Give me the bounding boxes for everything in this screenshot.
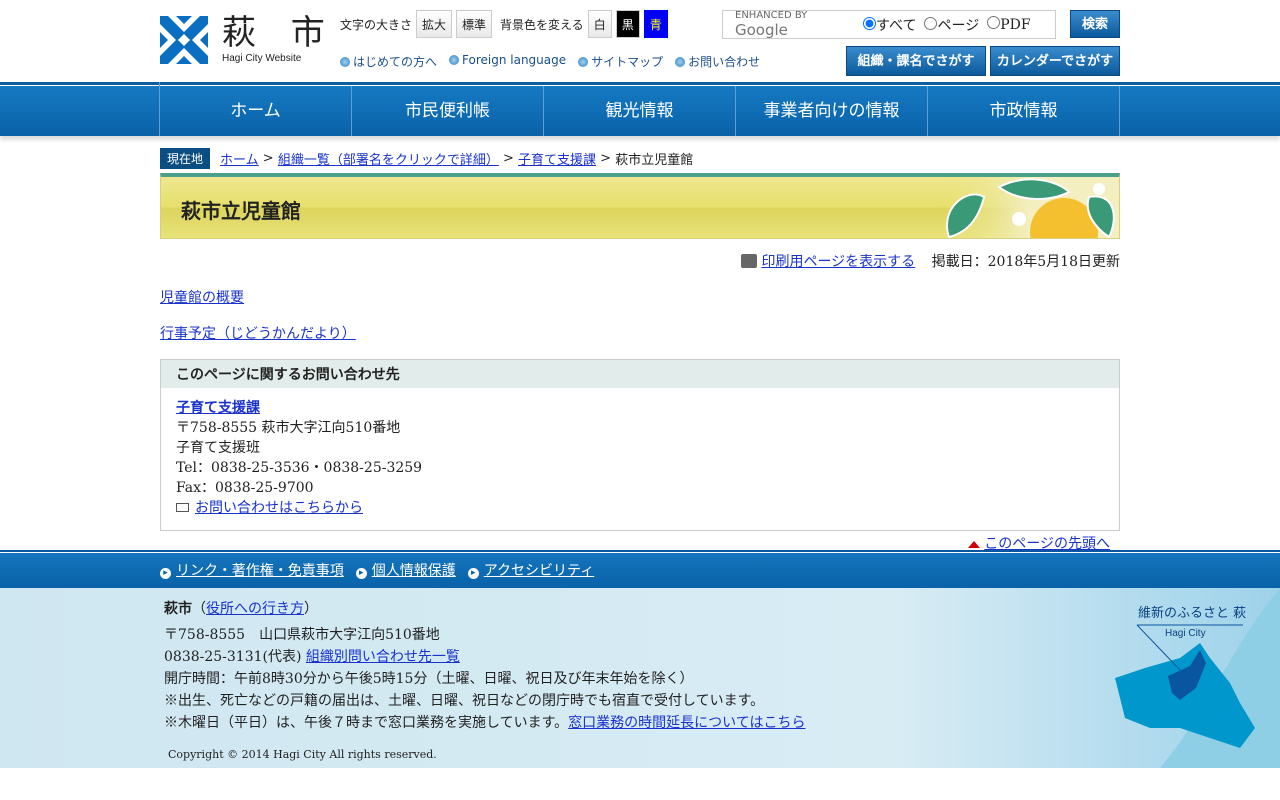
contact-dept-link[interactable]: 子育て支援課 <box>176 400 260 416</box>
nav-home[interactable]: ホーム <box>160 86 352 136</box>
calendar-search-button[interactable]: カレンダーでさがす <box>990 46 1120 76</box>
contact-link[interactable]: お問い合わせ <box>675 53 760 70</box>
page-title: 萩市立児童館 <box>181 199 301 223</box>
bg-black-button[interactable]: 黒 <box>615 10 640 38</box>
citrus-decoration-icon <box>939 177 1119 238</box>
search-input[interactable]: ENHANCED BY Google <box>723 10 863 39</box>
page-title-banner: 萩市立児童館 <box>160 173 1120 239</box>
footer-note-thursday: ※木曜日（平日）は、午後７時まで窓口業務を実施しています。 <box>164 715 569 731</box>
print-page-link[interactable]: 印刷用ページを表示する <box>761 254 915 270</box>
header: 萩 市 Hagi City Website 文字の大きさ 拡大 標準 背景色を変え… <box>160 0 1120 82</box>
radio-all-label: すべて <box>876 17 917 34</box>
google-label: Google <box>735 21 788 39</box>
breadcrumb-label: 現在地 <box>160 148 211 169</box>
beginners-link[interactable]: はじめての方へ <box>340 53 437 70</box>
extended-hours-link[interactable]: 窓口業務の時間延長についてはこちら <box>568 715 805 731</box>
org-search-button[interactable]: 組織・課名でさがす <box>846 46 986 76</box>
mail-icon <box>176 503 189 512</box>
radio-page-label: ページ <box>937 17 980 34</box>
search-box[interactable]: ENHANCED BY Google すべて ページ PDF <box>722 10 1056 39</box>
font-size-label: 文字の大きさ <box>340 17 413 32</box>
accessibility-tools: 文字の大きさ 拡大 標準 背景色を変える 白 黒 青 <box>340 10 668 38</box>
arrow-up-icon <box>968 541 981 548</box>
bg-white-button[interactable]: 白 <box>587 10 612 38</box>
global-nav: ホーム 市民便利帳 観光情報 事業者向けの情報 市政情報 <box>0 82 1280 136</box>
content-links: 児童館の概要 行事予定（じどうかんだより） <box>160 287 1120 343</box>
contact-tel: Tel：0838-25-3536・0838-25-3259 <box>176 460 423 476</box>
logo-subtitle: Hagi City Website <box>222 53 302 64</box>
main-content: 現在地 ホーム > 組織一覧（部署名をクリックで詳細） > 子育て支援課 > 萩… <box>160 148 1120 553</box>
footer-address: 〒758-8555 山口県萩市大字江向510番地 <box>164 627 440 643</box>
bg-color-label: 背景色を変える <box>500 17 584 32</box>
sitemap-link[interactable]: サイトマップ <box>578 53 663 70</box>
logo-text: 萩 市 <box>222 13 337 53</box>
enlarge-font-button[interactable]: 拡大 <box>416 10 453 38</box>
map-subtitle: Hagi City <box>1165 628 1206 639</box>
footer-city-name: 萩市 <box>164 601 192 617</box>
breadcrumb: 現在地 ホーム > 組織一覧（部署名をクリックで詳細） > 子育て支援課 > 萩… <box>160 148 1120 169</box>
breadcrumb-dept[interactable]: 子育て支援課 <box>518 149 596 168</box>
map-title: 維新のふるさと 萩 <box>1138 605 1246 621</box>
org-contacts-link[interactable]: 組織別問い合わせ先一覧 <box>306 649 460 665</box>
copyright: Copyright © 2014 Hagi City All rights re… <box>168 748 437 761</box>
footer-link-privacy[interactable]: 個人情報保護 <box>356 560 456 580</box>
contact-box: このページに関するお問い合わせ先 子育て支援課 〒758-8555 萩市大字江向… <box>160 359 1120 531</box>
radio-pdf[interactable]: PDF <box>987 16 1031 33</box>
nav-citizen-guide[interactable]: 市民便利帳 <box>352 86 544 136</box>
breadcrumb-current: 萩市立児童館 <box>615 153 694 168</box>
contact-address: 〒758-8555 萩市大字江向510番地 <box>176 420 401 436</box>
overview-link[interactable]: 児童館の概要 <box>160 290 244 306</box>
contact-fax: Fax：0838-25-9700 <box>176 480 314 496</box>
site-logo[interactable]: 萩 市 Hagi City Website <box>160 16 337 64</box>
contact-heading: このページに関するお問い合わせ先 <box>161 360 1119 388</box>
radio-page[interactable]: ページ <box>924 15 979 35</box>
search-button[interactable]: 検索 <box>1070 10 1120 38</box>
nav-tourism[interactable]: 観光情報 <box>544 86 736 136</box>
nav-city-govt[interactable]: 市政情報 <box>928 86 1120 136</box>
schedule-link[interactable]: 行事予定（じどうかんだより） <box>160 326 356 342</box>
breadcrumb-org-list[interactable]: 組織一覧（部署名をクリックで詳細） <box>278 149 499 168</box>
foreign-language-link[interactable]: Foreign language <box>449 53 566 70</box>
directions-link[interactable]: 役所への行き方 <box>206 601 304 617</box>
bg-blue-button[interactable]: 青 <box>643 10 668 38</box>
nav-business[interactable]: 事業者向けの情報 <box>736 86 928 136</box>
footer-link-accessibility[interactable]: アクセシビリティ <box>468 560 594 580</box>
page-meta: 印刷用ページを表示する 掲載日：2018年5月18日更新 <box>160 251 1120 271</box>
enhanced-by-label: ENHANCED BY <box>735 10 808 21</box>
contact-form-link[interactable]: お問い合わせはこちらから <box>195 500 363 516</box>
footer-hours: 開庁時間：午前8時30分から午後5時15分（土曜、日曜、祝日及び年末年始を除く） <box>164 671 694 687</box>
footer-phone: 0838-25-3131(代表) <box>164 649 302 665</box>
contact-section: 子育て支援班 <box>176 440 260 456</box>
hagi-emblem-icon <box>160 16 208 64</box>
footer-link-legal[interactable]: リンク・著作権・免責事項 <box>160 560 344 580</box>
sub-links: はじめての方へ Foreign language サイトマップ お問い合わせ <box>340 53 760 70</box>
breadcrumb-home[interactable]: ホーム <box>220 149 259 168</box>
printer-icon <box>741 254 758 268</box>
radio-pdf-label: PDF <box>1000 17 1031 33</box>
radio-all[interactable]: すべて <box>863 15 916 35</box>
footer: リンク・著作権・免責事項 個人情報保護 アクセシビリティ 維新のふるさと 萩 Ha… <box>0 550 1280 768</box>
standard-font-button[interactable]: 標準 <box>456 10 493 38</box>
footer-note-registry: ※出生、死亡などの戸籍の届出は、土曜、日曜、祝日などの閉庁時でも宿直で受付してい… <box>164 693 765 709</box>
updated-date: 掲載日：2018年5月18日更新 <box>931 254 1120 270</box>
